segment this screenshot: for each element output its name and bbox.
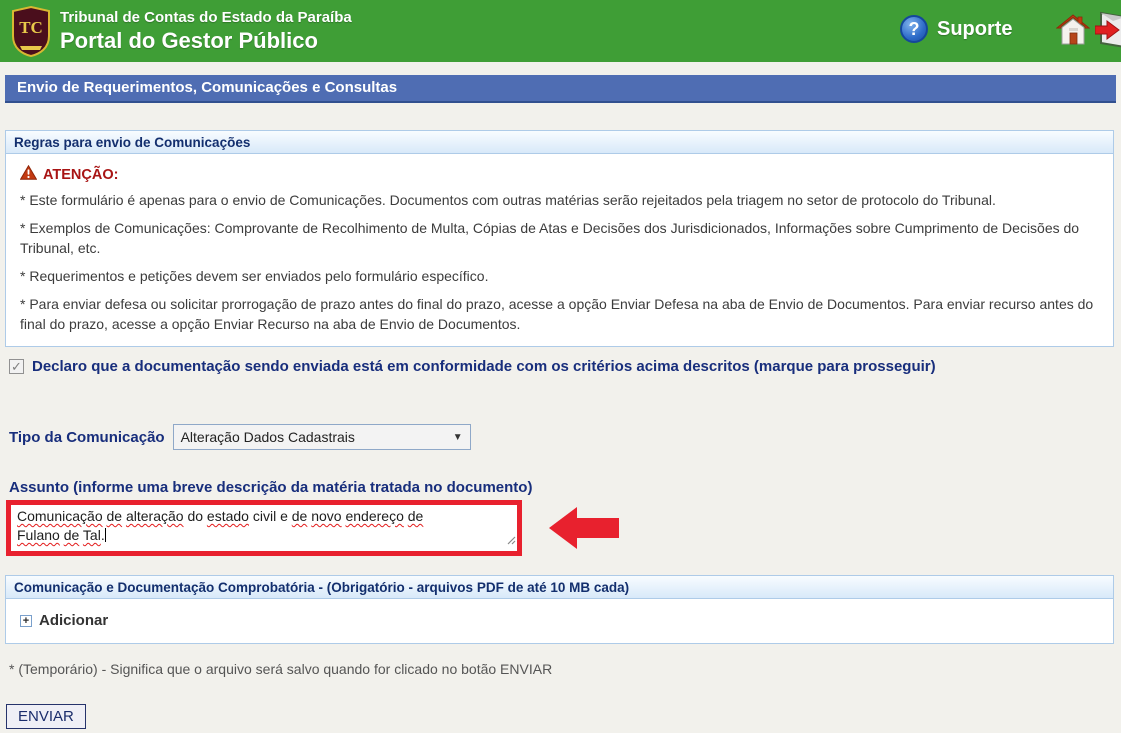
support-button[interactable]: ? Suporte <box>900 15 1013 43</box>
enviar-button[interactable]: ENVIAR <box>6 704 86 729</box>
declaration-checkbox[interactable]: ✓ <box>9 359 24 374</box>
docs-panel: Comunicação e Documentação Comprobatória… <box>5 575 1114 644</box>
assunto-text-segment: civil e <box>249 508 292 524</box>
home-icon[interactable] <box>1056 13 1090 52</box>
tipo-label: Tipo da Comunicação <box>9 429 165 446</box>
red-arrow-annotation-icon <box>547 503 621 558</box>
declaration-row: ✓ Declaro que a documentação sendo envia… <box>9 358 936 375</box>
temporary-note: * (Temporário) - Significa que o arquivo… <box>9 661 552 677</box>
attention-label: ATENÇÃO: <box>43 167 118 183</box>
chevron-down-icon: ▼ <box>453 432 463 443</box>
rules-panel-header: Regras para envio de Comunicações <box>6 131 1113 154</box>
tce-shield-logo-icon: TC <box>10 6 52 62</box>
header-titles: Tribunal de Contas do Estado da Paraíba … <box>60 8 352 54</box>
tipo-row: Tipo da Comunicação Alteração Dados Cada… <box>9 424 471 450</box>
rule-item: * Para enviar defesa ou solicitar prorro… <box>20 295 1099 334</box>
red-highlight-annotation: Comunicação de alteração do estado civil… <box>6 500 522 556</box>
page-title: Envio de Requerimentos, Comunicações e C… <box>5 75 1116 103</box>
assunto-text-segment: novo <box>311 508 341 524</box>
adicionar-label: Adicionar <box>39 612 108 629</box>
warning-triangle-icon <box>20 165 37 184</box>
resize-handle-icon[interactable] <box>507 531 516 550</box>
rule-item: * Este formulário é apenas para o envio … <box>20 191 1099 210</box>
docs-panel-header: Comunicação e Documentação Comprobatória… <box>6 576 1113 599</box>
assunto-text-segment: Tal <box>83 527 101 543</box>
expand-plus-icon: + <box>20 615 32 627</box>
assunto-text-segment: de <box>408 508 424 524</box>
rule-item: * Requerimentos e petições devem ser env… <box>20 267 1099 286</box>
org-name: Tribunal de Contas do Estado da Paraíba <box>60 8 352 27</box>
help-question-icon: ? <box>900 15 928 43</box>
app-header: TC Tribunal de Contas do Estado da Paraí… <box>0 0 1121 62</box>
assunto-textarea[interactable]: Comunicação de alteração do estado civil… <box>11 505 517 551</box>
assunto-text-segment: alteração <box>126 508 184 524</box>
text-caret <box>105 528 106 542</box>
assunto-text-segment: Fulano <box>17 527 60 543</box>
adicionar-button[interactable]: + Adicionar <box>6 599 136 629</box>
tipo-comunicacao-select[interactable]: Alteração Dados Cadastrais ▼ <box>173 424 471 450</box>
attention-row: ATENÇÃO: <box>20 165 1099 184</box>
assunto-text-segment: do <box>184 508 207 524</box>
assunto-label: Assunto (informe uma breve descrição da … <box>9 479 532 496</box>
assunto-text-segment: endereço <box>345 508 403 524</box>
rules-panel: Regras para envio de Comunicações ATENÇÃ… <box>5 130 1114 347</box>
rules-body: ATENÇÃO: * Este formulário é apenas para… <box>6 154 1113 334</box>
rules-list: * Este formulário é apenas para o envio … <box>20 191 1099 334</box>
support-label: Suporte <box>937 18 1013 41</box>
declaration-label: Declaro que a documentação sendo enviada… <box>32 358 936 375</box>
assunto-text-segment: estado <box>207 508 249 524</box>
rule-item: * Exemplos de Comunicações: Comprovante … <box>20 219 1099 258</box>
tipo-selected-value: Alteração Dados Cadastrais <box>181 429 355 445</box>
svg-text:TC: TC <box>19 18 43 37</box>
assunto-text-segment: Comunicação <box>17 508 103 524</box>
exit-logout-icon[interactable] <box>1095 11 1121 54</box>
assunto-text-segment: de <box>64 527 80 543</box>
portal-name: Portal do Gestor Público <box>60 27 352 54</box>
assunto-text-segment: de <box>107 508 123 524</box>
assunto-text-segment: de <box>292 508 308 524</box>
